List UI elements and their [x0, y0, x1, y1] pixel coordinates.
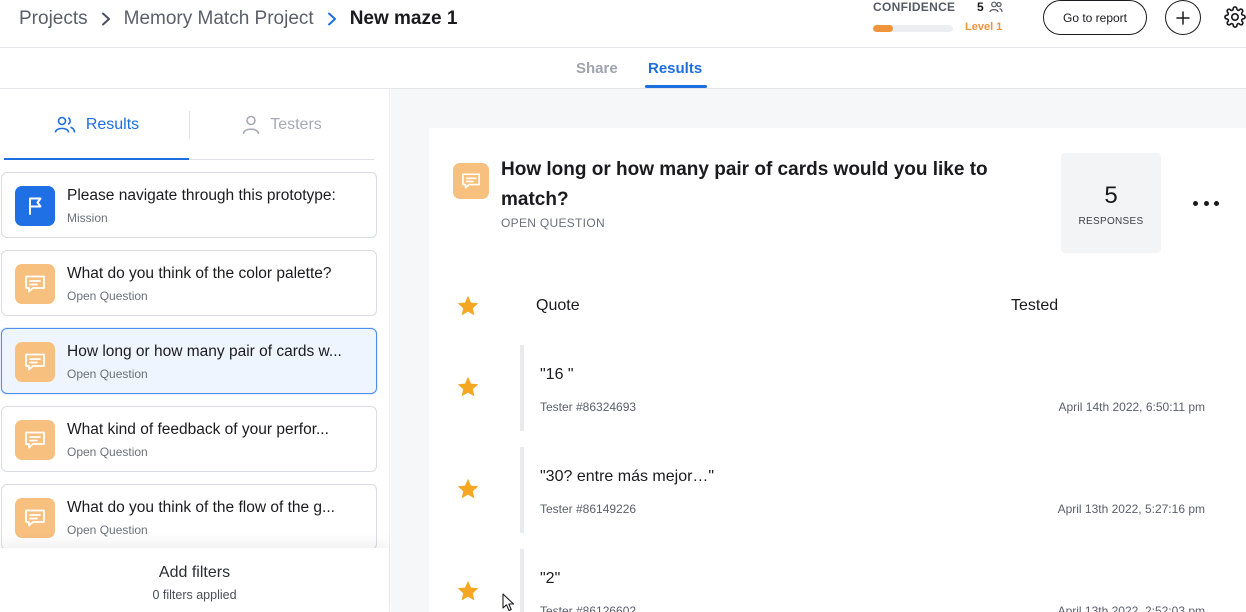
star-icon[interactable]	[456, 294, 480, 323]
question-type-label: OPEN QUESTION	[501, 216, 605, 230]
row-divider	[520, 549, 524, 612]
active-tab-indicator	[645, 85, 707, 88]
go-to-report-button[interactable]: Go to report	[1043, 0, 1147, 35]
flag-icon	[15, 186, 55, 226]
top-bar: Projects Memory Match Project New maze 1…	[0, 0, 1246, 48]
table-row: "30? entre más mejor…" Tester #86149226 …	[429, 447, 1246, 533]
chevron-right-icon	[88, 12, 124, 26]
tester-id[interactable]: Tester #86324693	[540, 400, 636, 414]
star-icon[interactable]	[456, 477, 480, 506]
chevron-right-icon	[314, 12, 350, 26]
star-icon[interactable]	[456, 579, 480, 608]
filters-applied-count: 0 filters applied	[152, 588, 237, 602]
filters-panel: Add filters 0 filters applied	[0, 548, 389, 612]
tab-share[interactable]: Share	[576, 60, 618, 77]
tested-date: April 13th 2022, 2:52:03 pm	[1057, 604, 1205, 612]
breadcrumb: Projects Memory Match Project New maze 1	[19, 6, 457, 32]
gear-icon	[1224, 6, 1246, 28]
question-title: How long or how many pair of cards w...	[67, 343, 342, 360]
question-type: Mission	[67, 211, 108, 225]
question-item[interactable]: What kind of feedback of your perfor... …	[1, 406, 377, 472]
response-quote: "2"	[540, 570, 561, 587]
confidence-progress-fill	[873, 25, 893, 32]
question-type: Open Question	[67, 367, 148, 381]
question-title: What do you think of the color palette?	[67, 265, 332, 282]
responses-count: 5	[1104, 182, 1118, 209]
question-title: Please navigate through this prototype:	[67, 187, 336, 204]
plus-icon	[1176, 10, 1190, 25]
star-icon[interactable]	[456, 375, 480, 404]
confidence-count: 5	[977, 0, 984, 14]
row-divider	[520, 447, 524, 533]
sub-tabs: Share Results	[0, 48, 1246, 89]
more-options-button[interactable]	[1193, 198, 1219, 208]
question-item[interactable]: What do you think of the flow of the g..…	[1, 484, 377, 550]
users-icon	[54, 116, 76, 133]
chat-icon	[15, 420, 55, 460]
responses-count-box: 5 RESPONSES	[1061, 153, 1161, 253]
row-divider	[520, 345, 524, 431]
left-tab-testers-label: Testers	[270, 115, 322, 133]
question-type: Open Question	[67, 289, 148, 303]
confidence-meter: CONFIDENCE 5 Level 1	[873, 0, 1005, 40]
responses-label: RESPONSES	[1078, 216, 1144, 227]
breadcrumb-projects[interactable]: Projects	[19, 8, 88, 30]
tested-date: April 13th 2022, 5:27:16 pm	[1057, 502, 1205, 516]
breadcrumb-current: New maze 1	[349, 8, 458, 29]
question-heading: How long or how many pair of cards would…	[501, 159, 988, 210]
left-panel: Results Testers Please navigate through …	[0, 89, 390, 612]
confidence-progress-bar	[873, 25, 953, 32]
response-quote: "16 "	[540, 366, 574, 383]
table-row: "2" Tester #86126602 April 13th 2022, 2:…	[429, 549, 1246, 612]
question-type: Open Question	[67, 523, 148, 537]
chat-icon	[15, 342, 55, 382]
confidence-label: CONFIDENCE	[873, 0, 956, 14]
left-tab-results[interactable]: Results	[4, 89, 189, 160]
more-dots-icon	[1214, 200, 1219, 206]
question-item[interactable]: What do you think of the color palette? …	[1, 250, 377, 316]
left-active-tab-indicator	[4, 158, 189, 160]
settings-button[interactable]	[1224, 6, 1246, 28]
chat-icon	[15, 264, 55, 304]
user-icon	[242, 115, 260, 134]
more-dots-icon	[1193, 200, 1198, 206]
tester-id[interactable]: Tester #86126602	[540, 604, 636, 612]
people-icon	[989, 0, 1003, 18]
question-title: What kind of feedback of your perfor...	[67, 421, 329, 438]
question-item-mission[interactable]: Please navigate through this prototype: …	[1, 172, 377, 238]
column-header-tested: Tested	[1011, 297, 1059, 314]
chat-icon	[453, 163, 489, 199]
question-results-card: How long or how many pair of cards would…	[429, 128, 1246, 612]
more-dots-icon	[1203, 200, 1209, 206]
column-header-quote: Quote	[536, 297, 580, 314]
breadcrumb-project[interactable]: Memory Match Project	[124, 8, 314, 30]
main-content: How long or how many pair of cards would…	[391, 89, 1246, 612]
add-button[interactable]	[1165, 0, 1201, 35]
question-title: What do you think of the flow of the g..…	[67, 499, 335, 516]
left-tab-testers[interactable]: Testers	[190, 89, 374, 160]
left-tabs: Results Testers	[4, 89, 374, 160]
add-filters-button[interactable]: Add filters	[0, 564, 389, 582]
chat-icon	[15, 498, 55, 538]
response-quote: "30? entre más mejor…"	[540, 468, 715, 485]
left-tab-results-label: Results	[85, 115, 140, 133]
question-type: Open Question	[67, 445, 148, 459]
confidence-level: Level 1	[965, 21, 1003, 33]
tab-results[interactable]: Results	[648, 60, 702, 77]
tested-date: April 14th 2022, 6:50:11 pm	[1058, 400, 1205, 414]
mouse-cursor-icon	[502, 593, 516, 612]
tester-id[interactable]: Tester #86149226	[540, 502, 636, 516]
question-item-selected[interactable]: How long or how many pair of cards w... …	[1, 328, 377, 394]
table-row: "16 " Tester #86324693 April 14th 2022, …	[429, 345, 1246, 431]
